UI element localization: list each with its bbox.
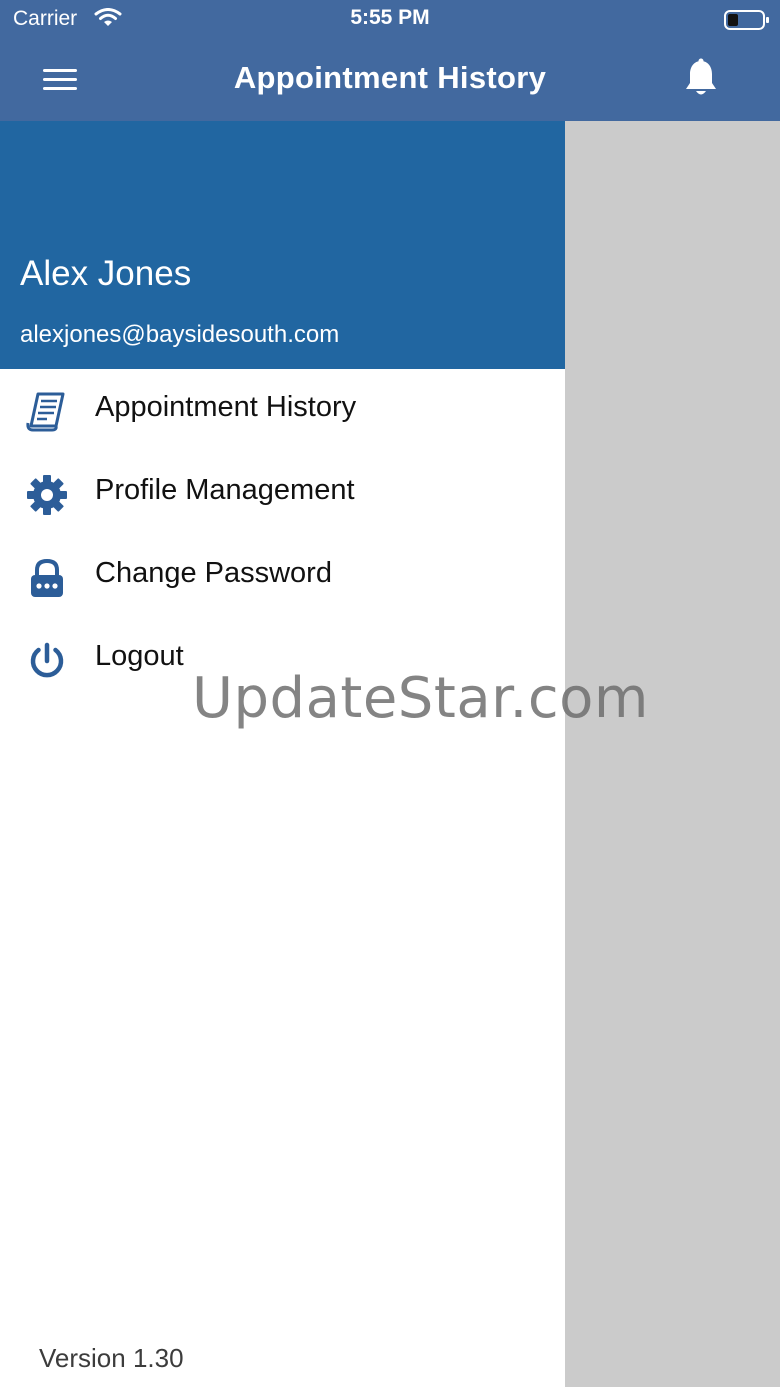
bell-icon[interactable] [682, 58, 720, 100]
menu-item-profile-management[interactable]: Profile Management [0, 452, 565, 535]
app-bar: Carrier 5:55 PM Appointment History [0, 0, 780, 121]
user-name: Alex Jones [20, 254, 192, 293]
status-time: 5:55 PM [350, 6, 430, 29]
menu-item-label: Profile Management [95, 474, 355, 506]
status-bar: Carrier 5:55 PM [0, 0, 780, 42]
lock-icon [31, 558, 63, 597]
menu-item-label: Change Password [95, 557, 332, 589]
document-list-icon [26, 392, 65, 432]
battery-icon [724, 10, 769, 30]
menu-item-label: Appointment History [95, 391, 357, 423]
drawer-header: Alex Jones alexjones@baysidesouth.com [0, 121, 565, 369]
user-email: alexjones@baysidesouth.com [20, 321, 340, 348]
app-version: Version 1.30 [39, 1343, 184, 1373]
gear-icon [27, 475, 67, 515]
navigation-drawer: Alex Jones alexjones@baysidesouth.com Ap… [0, 121, 565, 1387]
watermark: UpdateStar.com [192, 666, 649, 731]
menu-item-change-password[interactable]: Change Password [0, 535, 565, 618]
power-icon [30, 642, 64, 678]
drawer-overlay[interactable] [565, 121, 780, 1387]
menu-item-label: Logout [95, 640, 184, 672]
menu-item-appointment-history[interactable]: Appointment History [0, 369, 565, 452]
drawer-menu: Appointment History Profile Management C… [0, 369, 565, 701]
page-title: Appointment History [233, 60, 547, 95]
